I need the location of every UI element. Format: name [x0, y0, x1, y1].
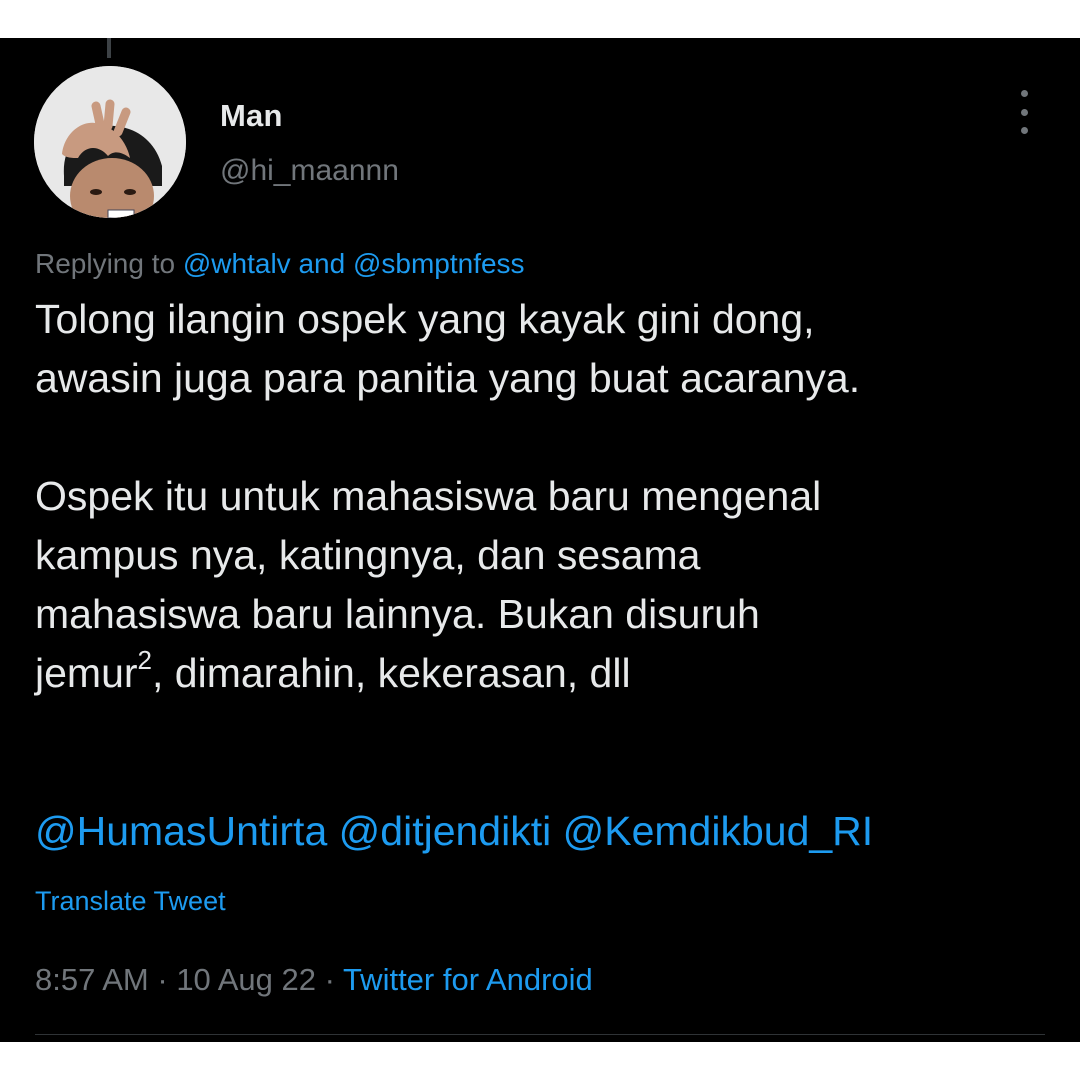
reply-mention-sbmptnfess[interactable]: @sbmptnfess — [353, 248, 525, 279]
thread-connector-line — [107, 38, 111, 58]
superscript-two: 2 — [137, 645, 152, 675]
tweet-text-line: awasin juga para panitia yang buat acara… — [35, 355, 861, 401]
tweet-mentions: @HumasUntirta @ditjendikti @Kemdikbud_RI — [35, 808, 873, 855]
meta-separator: · — [315, 962, 343, 997]
tweet-body: Tolong ilangin ospek yang kayak gini don… — [35, 290, 1065, 703]
tweet-source-link[interactable]: Twitter for Android — [343, 962, 593, 997]
tweet-text-line: Ospek itu untuk mahasiswa baru mengenal — [35, 473, 822, 519]
author-handle[interactable]: @hi_maannn — [220, 154, 399, 188]
more-options-icon[interactable] — [1010, 90, 1038, 134]
author-display-name[interactable]: Man — [220, 98, 283, 134]
tweet-date: 10 Aug 22 — [176, 962, 316, 997]
tweet-text-line: kampus nya, katingnya, dan sesama — [35, 532, 701, 578]
tweet-text-fragment: , dimarahin, kekerasan, dll — [152, 650, 631, 696]
avatar[interactable] — [34, 66, 186, 218]
divider — [35, 1034, 1045, 1035]
meta-separator: · — [148, 962, 177, 997]
tweet-time: 8:57 AM — [35, 962, 149, 997]
tweet-text-line: mahasiswa baru lainnya. Bukan disuruh — [35, 591, 760, 637]
tweet-text-line: jemur2, dimarahin, kekerasan, dll — [35, 644, 1065, 703]
reply-mention-joiner: and — [290, 248, 353, 279]
translate-tweet-link[interactable]: Translate Tweet — [35, 886, 226, 917]
mention-kemdikbud-ri[interactable]: @Kemdikbud_RI — [563, 808, 874, 854]
reply-mention-whtalv[interactable]: @whtalv — [183, 248, 291, 279]
tweet-text-line: Tolong ilangin ospek yang kayak gini don… — [35, 296, 815, 342]
tweet-detail-card: Man @hi_maannn Replying to @whtalv and @… — [0, 38, 1080, 1042]
mention-humasuntirta[interactable]: @HumasUntirta — [35, 808, 327, 854]
replying-to-line: Replying to @whtalv and @sbmptnfess — [35, 248, 525, 280]
replying-to-label: Replying to — [35, 248, 183, 279]
tweet-text-fragment: jemur — [35, 650, 138, 696]
profile-photo-icon — [34, 66, 186, 218]
mention-ditjendikti[interactable]: @ditjendikti — [339, 808, 552, 854]
tweet-metadata: 8:57 AM · 10 Aug 22 · Twitter for Androi… — [35, 962, 593, 998]
